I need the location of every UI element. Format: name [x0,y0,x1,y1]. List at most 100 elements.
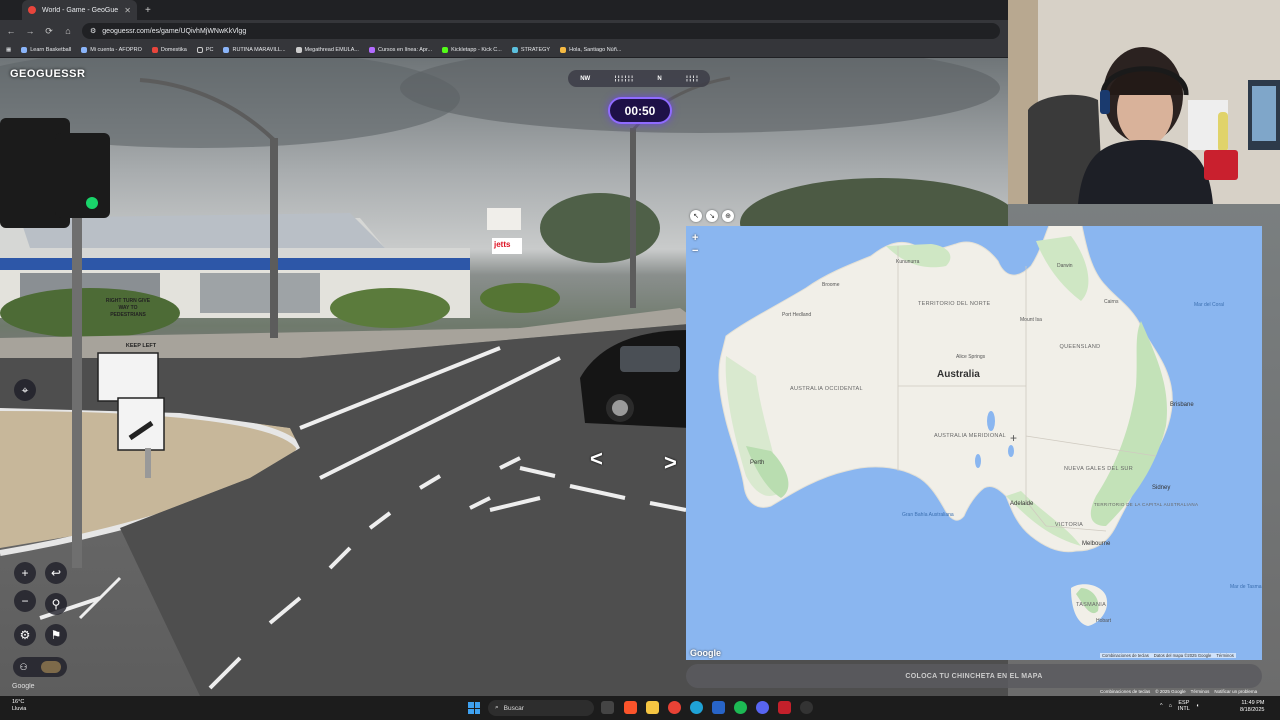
bookmark-3[interactable]: PC [196,46,213,53]
map-state-nt: TERRITORIO DEL NORTE [918,301,991,307]
map-sea-bight: Gran Bahía Australiana [902,512,954,518]
bookmark-9[interactable]: Hola, Santiago Núñ... [560,46,621,53]
discord-icon[interactable] [756,701,769,714]
bookmark-2[interactable]: Domestika [151,46,187,53]
network-icon[interactable]: ⌂ [1169,703,1172,709]
team-icon: ⚇ [19,661,28,672]
map-city-kununurra: Kununurra [896,259,920,265]
bookmark-0[interactable]: Learn Basketball [21,46,71,53]
bookmark-8[interactable]: STRATEGY [511,46,550,53]
bookmark-icon [442,46,449,53]
map-city-sidney: Sidney [1152,485,1171,491]
language-indicator[interactable]: ESP INTL [1178,700,1190,712]
australia-map-illustration [686,226,1262,660]
pano-attrib-report[interactable]: Notificar un problema [1214,689,1257,694]
compass-ticks: ¦ ¦ ¦ ¦ ¦ ¦ [614,75,633,82]
map-pin-icon[interactable]: ⊕ [722,210,734,222]
tray-chevron-icon[interactable]: ^ [1160,703,1163,709]
map-shrink-icon[interactable]: ↘ [706,210,718,222]
browser-tab[interactable]: World - Game - GeoGuessr ✕ [22,0,137,20]
bookmark-6[interactable]: Cursos en línea: Apr... [368,46,432,53]
map-city-melbourne: Melbourne [1082,541,1111,547]
return-to-start-pin-icon[interactable]: ⌖ [14,379,36,401]
weather-desc: Lluvia [12,706,27,712]
map-city-brisbane: Brisbane [1170,402,1194,408]
address-bar[interactable]: ⚙ geoguessr.com/es/game/UQivhMjWNwKkVlgg [82,23,1000,39]
map-state-wa: AUSTRALIA OCCIDENTAL [790,386,863,392]
edge-icon[interactable] [690,701,703,714]
home-icon[interactable]: ⌂ [63,26,73,36]
bookmark-icon [295,46,302,53]
chrome-icon[interactable] [668,701,681,714]
flag-icon[interactable]: ⚑ [45,624,67,646]
browser-tabbar: World - Game - GeoGuessr ✕ + [0,0,1008,20]
map-country-label: Australia [937,369,980,380]
map-city-hobart: Hobart [1096,618,1112,624]
site-info-icon[interactable]: ⚙ [90,27,96,35]
task-view-icon[interactable] [601,701,614,714]
guess-map[interactable]: Australia TERRITORIO DEL NORTE AUSTRALIA… [686,226,1262,660]
pano-attrib-keys[interactable]: Combinaciones de teclas [1100,689,1150,694]
zoom-out-button[interactable]: − [14,590,36,612]
map-state-tas: TASMANIA [1075,602,1107,608]
app-icon[interactable] [778,701,791,714]
map-city-perth: Perth [750,460,765,466]
apps-icon[interactable]: ▦ [6,47,11,53]
bookmark-4[interactable]: RUTINA MARAVILL... [223,46,286,53]
store-icon[interactable] [712,701,725,714]
obs-icon[interactable] [800,701,813,714]
windows-start-icon[interactable] [468,702,480,714]
map-google-logo: Google [690,648,721,658]
map-attrib-keys[interactable]: Combinaciones de teclas [1102,653,1149,658]
undo-move-icon[interactable]: ↩ [45,562,67,584]
map-city-port-hedland: Port Hedland [782,312,812,318]
pano-attrib-copyright: © 2025 Google [1155,689,1186,694]
move-right-arrow-icon[interactable]: > [664,450,677,476]
volume-icon[interactable]: ◖ [1196,703,1199,709]
bookmark-1[interactable]: Mi cuenta - AFOPRO [81,46,142,53]
spotify-icon[interactable] [734,701,747,714]
zoom-in-button[interactable]: + [14,562,36,584]
map-zoom-in-button[interactable]: + [692,232,698,245]
taskbar-search[interactable]: ⌕ Buscar [488,700,594,716]
place-pin-guess-button[interactable]: COLOCA TU CHINCHETA EN EL MAPA [686,664,1262,688]
map-cursor-crosshair-icon: + [1010,431,1018,445]
settings-gear-icon[interactable]: ⚙ [14,624,36,646]
url-text: geoguessr.com/es/game/UQivhMjWNwKkVlgg [102,27,247,35]
street-sign-keep-left: KEEP LEFT [125,343,157,349]
pano-attrib-terms[interactable]: Términos [1191,689,1210,694]
map-attrib-terms[interactable]: Términos [1216,653,1233,658]
map-attribution: Combinaciones de teclas Datos del mapa ©… [1100,653,1236,658]
bookmark-icon [560,46,567,53]
clock-date: 8/18/2025 [1240,707,1265,713]
file-explorer-icon[interactable] [646,701,659,714]
reload-icon[interactable]: ⟳ [44,26,54,37]
geoguessr-logo[interactable]: GEOGUESSR [10,68,85,80]
close-tab-icon[interactable]: ✕ [124,6,131,15]
new-tab-icon[interactable]: + [145,5,151,16]
map-expand-icon[interactable]: ↖ [690,210,702,222]
checkpoint-pin-icon[interactable]: ⚲ [45,593,67,615]
map-city-cairns: Cairns [1104,299,1119,305]
bookmark-5[interactable]: Megathread EMULA... [295,46,359,53]
compass-nw: NW [580,75,591,82]
taskbar-clock[interactable]: 11:49 PM 8/18/2025 [1240,700,1264,714]
back-icon[interactable]: ← [6,26,16,36]
move-left-arrow-icon[interactable]: < [590,446,603,472]
street-sign-text: RIGHT TURN GIVE WAY TO PEDESTRIANS [105,298,151,318]
brave-browser-icon[interactable] [624,701,637,714]
player-badges[interactable]: ⚇ [13,657,67,677]
compass-bar: NW ¦ ¦ ¦ ¦ ¦ ¦ N ¦ ¦ ¦ ¦ [568,70,710,87]
bookmark-icon [81,46,88,53]
webcam-illustration [1008,0,1280,204]
compass-ticks-2: ¦ ¦ ¦ ¦ [686,75,698,82]
map-zoom-out-button[interactable]: − [692,245,698,258]
store-sign-text: jetts [494,240,511,249]
map-city-adelaide: Adelaide [1010,501,1034,507]
bookmark-7[interactable]: Kickletapp - Kick C... [442,46,502,53]
forward-icon[interactable]: → [25,26,35,36]
map-city-mount-isa: Mount Isa [1020,317,1042,323]
folder-icon [196,46,203,53]
weather-widget[interactable]: 16°C Lluvia [12,699,26,713]
windows-taskbar [0,696,1280,720]
